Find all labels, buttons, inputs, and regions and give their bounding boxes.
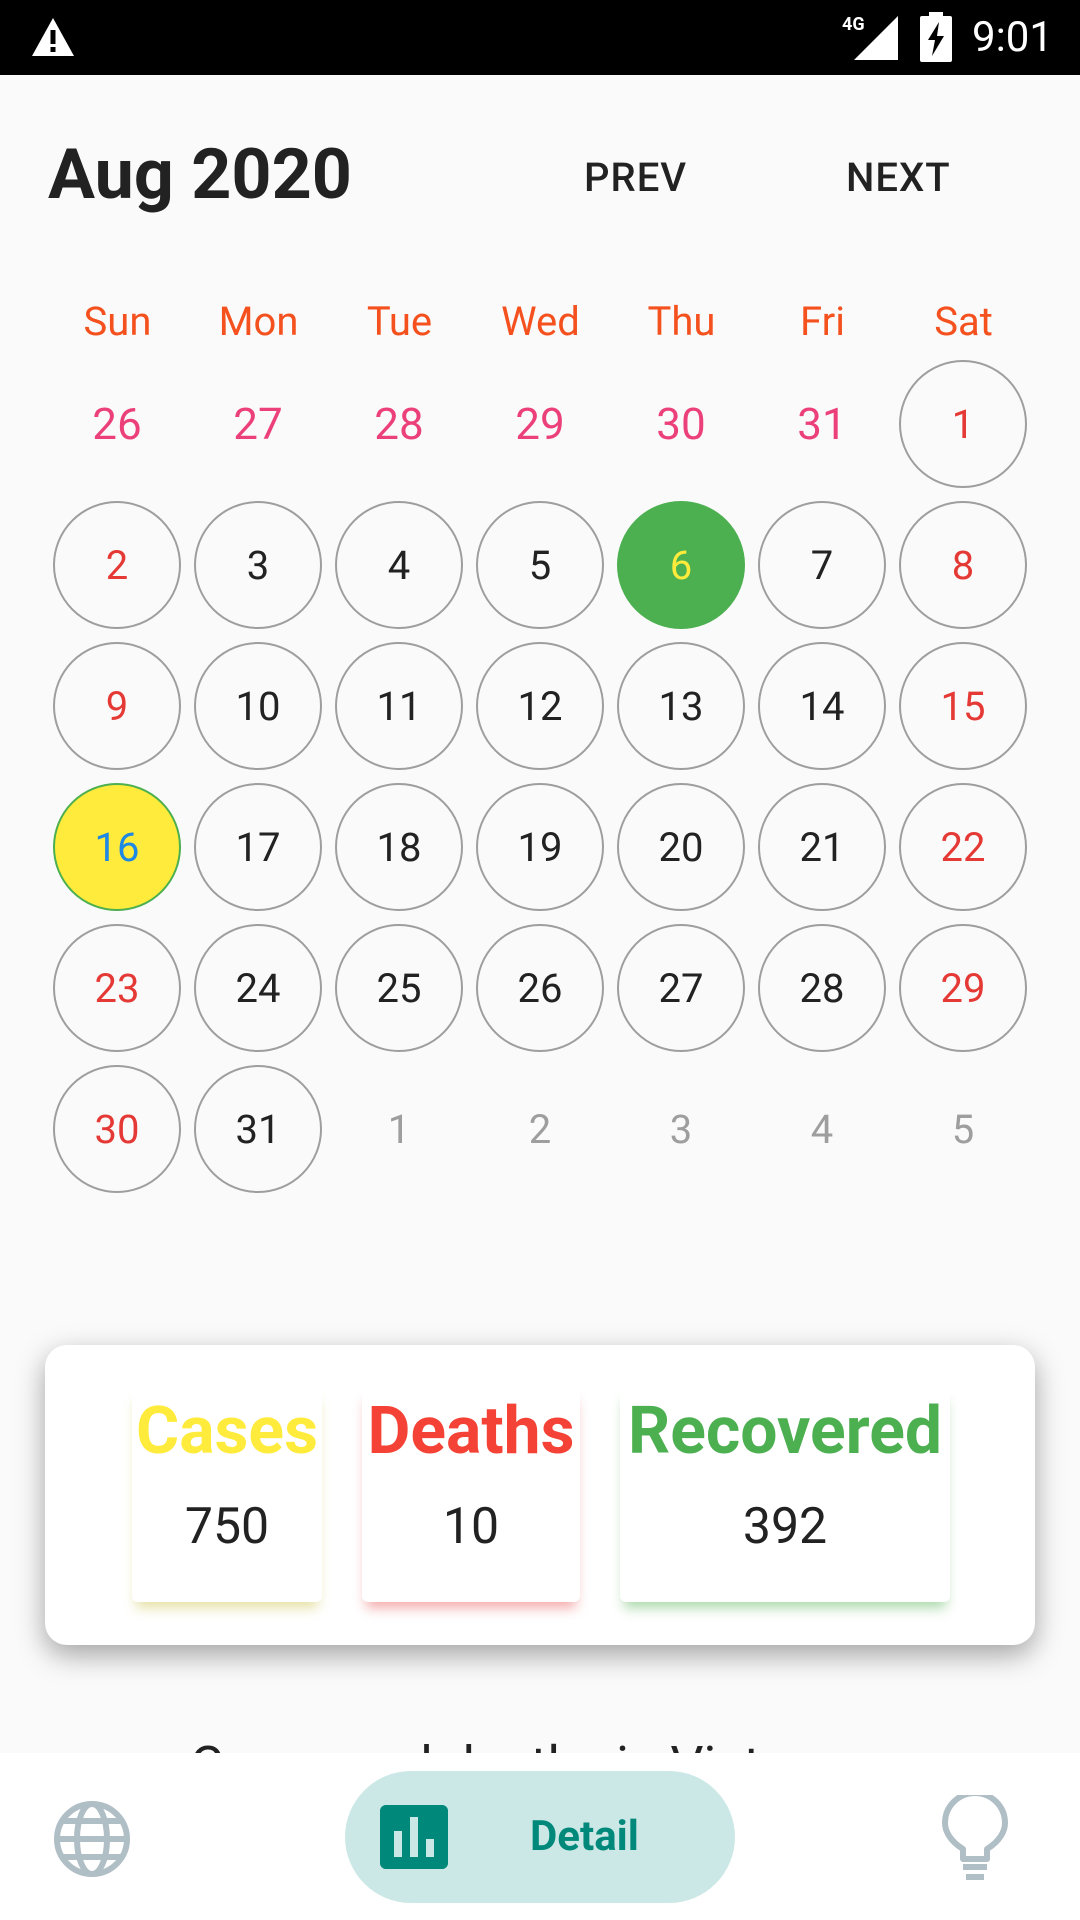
day-cell: 26	[92, 398, 142, 450]
day-cell: 4	[810, 1105, 834, 1153]
deaths-value: 10	[442, 1498, 500, 1556]
tips-tab[interactable]	[940, 1790, 1010, 1885]
day-cell[interactable]: 24	[194, 924, 322, 1052]
weekday-label: Fri	[800, 298, 845, 345]
cases-label: Cases	[136, 1393, 318, 1470]
clock: 9:01	[972, 13, 1053, 62]
battery-charging-icon	[920, 12, 952, 62]
day-cell[interactable]: 8	[899, 501, 1027, 629]
recovered-stat: Recovered 392	[620, 1387, 950, 1602]
weekday-label: Thu	[647, 298, 716, 345]
day-cell: 29	[515, 398, 565, 450]
deaths-label: Deaths	[367, 1393, 575, 1470]
day-cell[interactable]: 16	[53, 783, 181, 911]
day-cell: 30	[656, 398, 706, 450]
day-cell: 1	[387, 1105, 411, 1153]
weekday-label: Mon	[218, 298, 299, 345]
day-cell: 5	[951, 1105, 975, 1153]
day-cell[interactable]: 22	[899, 783, 1027, 911]
calendar-header: Aug 2020 PREV NEXT	[0, 75, 1080, 275]
weekday-label: Sun	[83, 298, 152, 345]
status-bar: 4G 9:01	[0, 0, 1080, 75]
day-cell: 27	[233, 398, 283, 450]
day-cell[interactable]: 7	[758, 501, 886, 629]
day-cell[interactable]: 21	[758, 783, 886, 911]
day-cell[interactable]: 10	[194, 642, 322, 770]
month-title: Aug 2020	[48, 134, 352, 216]
day-cell[interactable]: 17	[194, 783, 322, 911]
day-cell[interactable]: 28	[758, 924, 886, 1052]
day-cell[interactable]: 1	[899, 360, 1027, 488]
day-cell[interactable]: 13	[617, 642, 745, 770]
recovered-label: Recovered	[627, 1393, 943, 1470]
global-tab[interactable]	[52, 1799, 132, 1879]
deaths-stat: Deaths 10	[362, 1387, 580, 1602]
day-cell[interactable]: 20	[617, 783, 745, 911]
day-cell[interactable]: 2	[53, 501, 181, 629]
bar-chart-icon	[380, 1805, 448, 1869]
stats-card: Cases 750 Deaths 10 Recovered 392	[45, 1345, 1035, 1645]
day-cell[interactable]: 30	[53, 1065, 181, 1193]
day-cell[interactable]: 15	[899, 642, 1027, 770]
day-cell[interactable]: 19	[476, 783, 604, 911]
day-cell[interactable]: 5	[476, 501, 604, 629]
prev-month-button[interactable]: PREV	[584, 153, 687, 203]
weekday-row: Sun Mon Tue Wed Thu Fri Sat	[47, 295, 1037, 355]
day-cell[interactable]: 3	[194, 501, 322, 629]
day-cell[interactable]: 31	[194, 1065, 322, 1193]
day-cell[interactable]: 25	[335, 924, 463, 1052]
recovered-value: 392	[742, 1498, 828, 1556]
detail-tab-label: Detail	[530, 1812, 639, 1861]
day-cell[interactable]: 4	[335, 501, 463, 629]
weekday-label: Sat	[934, 298, 993, 345]
bottom-navigation: Detail	[0, 1753, 1080, 1920]
lightbulb-icon	[942, 1790, 1008, 1880]
cases-value: 750	[184, 1498, 270, 1556]
day-cell: 3	[669, 1105, 693, 1153]
day-cell[interactable]: 29	[899, 924, 1027, 1052]
day-cell[interactable]: 6	[617, 501, 745, 629]
globe-icon	[54, 1801, 130, 1877]
warning-icon	[32, 18, 74, 56]
day-cell: 2	[528, 1105, 552, 1153]
weekday-label: Wed	[501, 298, 580, 345]
day-cell[interactable]: 26	[476, 924, 604, 1052]
day-cell[interactable]: 23	[53, 924, 181, 1052]
weekday-label: Tue	[366, 298, 433, 345]
day-cell: 31	[797, 398, 847, 450]
day-cell: 28	[374, 398, 424, 450]
day-cell[interactable]: 14	[758, 642, 886, 770]
day-cell[interactable]: 9	[53, 642, 181, 770]
day-cell[interactable]: 11	[335, 642, 463, 770]
detail-tab[interactable]: Detail	[345, 1771, 735, 1903]
day-cell[interactable]: 27	[617, 924, 745, 1052]
day-cell[interactable]: 12	[476, 642, 604, 770]
calendar-grid: 26 27 28 29 30 31 1 2 3 4 5 6 7 8 9 10 11 12 13 14 15 16 17 18 1…	[47, 360, 1037, 1210]
day-cell[interactable]: 18	[335, 783, 463, 911]
cases-stat: Cases 750	[132, 1387, 322, 1602]
next-month-button[interactable]: NEXT	[846, 153, 951, 203]
signal-icon	[854, 16, 898, 60]
